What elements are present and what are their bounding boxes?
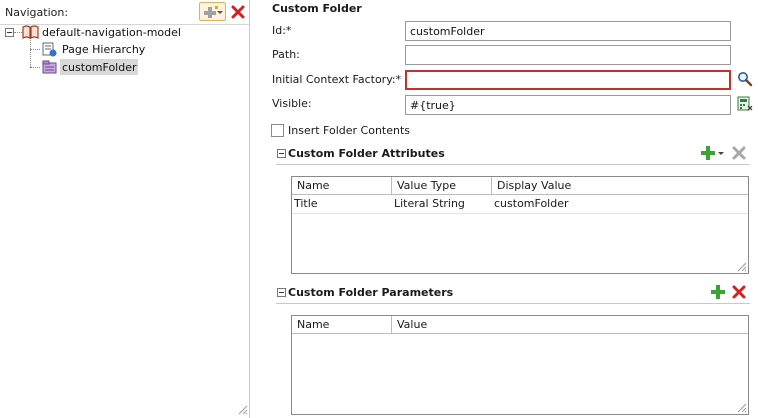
navigation-pane: Navigation: default-navigation-model Pag… <box>0 0 250 418</box>
chevron-down-icon[interactable] <box>718 152 724 155</box>
tree-connector <box>30 67 40 68</box>
parameters-section-title: Custom Folder Parameters <box>288 286 454 299</box>
navigation-title: Navigation: <box>5 6 69 19</box>
cell-display-value: customFolder <box>494 197 569 210</box>
delete-parameter-icon[interactable] <box>731 284 747 300</box>
add-node-button[interactable] <box>199 2 226 21</box>
attributes-section-divider <box>276 164 750 165</box>
chevron-down-icon <box>217 11 223 14</box>
resize-grip-icon[interactable] <box>237 404 248 415</box>
parameters-section-divider <box>276 303 750 304</box>
delete-icon[interactable] <box>230 4 246 20</box>
cell-name: Title <box>294 197 318 210</box>
path-label: Path: <box>272 48 300 61</box>
resize-grip-icon[interactable] <box>736 261 747 272</box>
insert-folder-contents-checkbox[interactable] <box>271 124 284 137</box>
visible-label: Visible: <box>272 97 312 110</box>
initial-context-factory-field[interactable] <box>405 70 731 90</box>
tree-item-custom-folder[interactable]: customFolder <box>62 61 137 74</box>
expression-builder-icon[interactable] <box>737 96 753 112</box>
tree-item-page-hierarchy[interactable]: Page Hierarchy <box>62 43 145 56</box>
column-header-value-type[interactable]: Value Type <box>392 177 492 194</box>
parameters-collapse-toggle[interactable] <box>277 288 286 297</box>
visible-field[interactable] <box>405 95 731 115</box>
attributes-table: Name Value Type Display Value Title Lite… <box>291 176 749 274</box>
attributes-section-title: Custom Folder Attributes <box>288 147 445 160</box>
tree-connector <box>14 32 22 33</box>
parameters-table: Name Value <box>291 315 749 415</box>
book-icon <box>22 25 39 39</box>
id-field[interactable] <box>405 21 731 41</box>
attributes-table-header: Name Value Type Display Value <box>292 177 748 195</box>
parameters-table-header: Name Value <box>292 316 748 334</box>
tree-item-root[interactable]: default-navigation-model <box>42 26 181 39</box>
tree-connector <box>30 40 31 67</box>
table-row[interactable]: Title Literal String customFolder <box>292 195 748 214</box>
attributes-collapse-toggle[interactable] <box>277 149 286 158</box>
column-header-name[interactable]: Name <box>292 177 392 194</box>
search-icon[interactable] <box>737 71 753 87</box>
delete-attribute-icon[interactable] <box>731 145 747 161</box>
column-header-display-value[interactable]: Display Value <box>492 177 748 194</box>
insert-folder-contents-label: Insert Folder Contents <box>288 124 411 137</box>
resize-grip-icon[interactable] <box>736 402 747 413</box>
path-field[interactable] <box>405 45 731 65</box>
cell-value-type: Literal String <box>394 197 465 210</box>
column-header-value[interactable]: Value <box>392 316 748 333</box>
id-label: Id:* <box>272 24 292 37</box>
add-attribute-icon[interactable] <box>700 145 716 161</box>
page-hierarchy-icon <box>42 42 57 57</box>
navigation-header: Navigation: <box>0 0 250 24</box>
details-title: Custom Folder <box>272 2 362 15</box>
add-parameter-icon[interactable] <box>710 284 726 300</box>
tree-collapse-toggle[interactable] <box>5 28 14 37</box>
tree-connector <box>30 49 40 50</box>
folder-icon <box>42 60 57 74</box>
initial-context-factory-label: Initial Context Factory:* <box>272 73 402 86</box>
column-header-name[interactable]: Name <box>292 316 392 333</box>
